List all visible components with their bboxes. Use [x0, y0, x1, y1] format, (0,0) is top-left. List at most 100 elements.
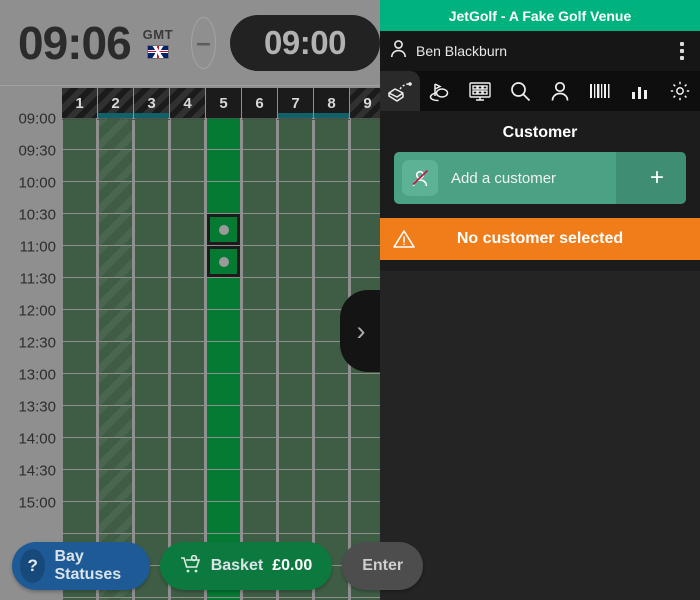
bay-header-4[interactable]: 4: [170, 88, 205, 118]
grid-cell[interactable]: [63, 470, 96, 501]
grid-cell[interactable]: [99, 246, 132, 277]
grid-cell[interactable]: [243, 406, 276, 437]
tab-settings[interactable]: [660, 71, 700, 111]
grid-cell[interactable]: [279, 278, 312, 309]
grid-cell[interactable]: [135, 406, 168, 437]
decrement-time-button[interactable]: –: [191, 16, 216, 69]
grid-cell[interactable]: [315, 118, 348, 149]
grid-cell[interactable]: [99, 406, 132, 437]
tab-bay-grid[interactable]: [460, 71, 500, 111]
grid-cell[interactable]: [135, 182, 168, 213]
grid-cell[interactable]: [135, 246, 168, 277]
grid-cell[interactable]: [171, 118, 204, 149]
grid-cell[interactable]: [171, 502, 204, 533]
tab-search[interactable]: [500, 71, 540, 111]
grid-cell[interactable]: [99, 182, 132, 213]
add-customer-row[interactable]: Add a customer +: [394, 152, 686, 204]
grid-cell[interactable]: [207, 310, 240, 341]
grid-cell[interactable]: [279, 374, 312, 405]
grid-cell[interactable]: [63, 374, 96, 405]
grid-cell[interactable]: [135, 150, 168, 181]
grid-cell[interactable]: [135, 214, 168, 245]
grid-cell[interactable]: [315, 502, 348, 533]
grid-cell[interactable]: [207, 470, 240, 501]
grid-cell[interactable]: [99, 374, 132, 405]
enter-button[interactable]: Enter: [342, 542, 424, 590]
grid-cell[interactable]: [279, 182, 312, 213]
grid-cell[interactable]: [207, 118, 240, 149]
tab-driving-range[interactable]: [380, 71, 420, 111]
grid-cell[interactable]: [207, 438, 240, 469]
grid-cell[interactable]: [351, 182, 380, 213]
grid-cell[interactable]: [63, 214, 96, 245]
grid-cell[interactable]: [351, 150, 380, 181]
bay-header-2[interactable]: 2: [98, 88, 133, 118]
grid-cell[interactable]: [279, 214, 312, 245]
grid-cell[interactable]: [315, 374, 348, 405]
booked-slot[interactable]: [207, 214, 240, 245]
grid-cell[interactable]: [351, 438, 380, 469]
grid-cell[interactable]: [315, 150, 348, 181]
grid-cell[interactable]: [315, 406, 348, 437]
grid-cell[interactable]: [135, 118, 168, 149]
grid-cell[interactable]: [99, 342, 132, 373]
grid-cell[interactable]: [351, 214, 380, 245]
grid-cell[interactable]: [63, 310, 96, 341]
grid-cell[interactable]: [171, 342, 204, 373]
grid-cell[interactable]: [243, 310, 276, 341]
grid-cell[interactable]: [279, 438, 312, 469]
grid-cell[interactable]: [243, 118, 276, 149]
bay-header-7[interactable]: 7: [278, 88, 313, 118]
grid-cell[interactable]: [63, 150, 96, 181]
grid-cell[interactable]: [279, 246, 312, 277]
grid-cell[interactable]: [171, 310, 204, 341]
grid-cell[interactable]: [279, 342, 312, 373]
grid-cell[interactable]: [171, 470, 204, 501]
grid-cell[interactable]: [351, 246, 380, 277]
bay-header-3[interactable]: 3: [134, 88, 169, 118]
grid-cell[interactable]: [63, 502, 96, 533]
grid-cell[interactable]: [243, 278, 276, 309]
grid-cell[interactable]: [279, 118, 312, 149]
grid-cell[interactable]: [63, 246, 96, 277]
grid-cell[interactable]: [243, 438, 276, 469]
booked-slot[interactable]: [207, 246, 240, 277]
grid-cell[interactable]: [279, 406, 312, 437]
bay-header-1[interactable]: 1: [62, 88, 97, 118]
tab-customers[interactable]: [540, 71, 580, 111]
grid-cell[interactable]: [171, 438, 204, 469]
grid-cell[interactable]: [99, 278, 132, 309]
grid-cell[interactable]: [171, 246, 204, 277]
grid-cell[interactable]: [279, 150, 312, 181]
grid-cell[interactable]: [99, 150, 132, 181]
grid-cell[interactable]: [135, 278, 168, 309]
tab-golf-course[interactable]: [420, 71, 460, 111]
grid-cell[interactable]: [63, 118, 96, 149]
grid-cell[interactable]: [243, 182, 276, 213]
grid-cell[interactable]: [351, 406, 380, 437]
grid-cell[interactable]: [63, 342, 96, 373]
grid-cell[interactable]: [207, 150, 240, 181]
grid-cell[interactable]: [351, 118, 380, 149]
grid-cell[interactable]: [243, 342, 276, 373]
bay-header-5[interactable]: 5: [206, 88, 241, 118]
grid-cell[interactable]: [315, 470, 348, 501]
grid-cell[interactable]: [63, 438, 96, 469]
grid-cell[interactable]: [171, 150, 204, 181]
grid-cell[interactable]: [99, 502, 132, 533]
grid-cell[interactable]: [243, 150, 276, 181]
grid-cell[interactable]: [99, 310, 132, 341]
grid-cell[interactable]: [279, 502, 312, 533]
grid-cell[interactable]: [135, 342, 168, 373]
grid-cell[interactable]: [315, 214, 348, 245]
grid-cell[interactable]: [171, 214, 204, 245]
grid-cell[interactable]: [135, 470, 168, 501]
grid-cell[interactable]: [171, 182, 204, 213]
next-bays-button[interactable]: ›: [340, 290, 380, 372]
grid-cell[interactable]: [207, 342, 240, 373]
bay-header-9[interactable]: 9: [350, 88, 380, 118]
grid-cell[interactable]: [63, 278, 96, 309]
grid-cell[interactable]: [171, 278, 204, 309]
grid-cell[interactable]: [207, 406, 240, 437]
grid-cell[interactable]: [315, 182, 348, 213]
